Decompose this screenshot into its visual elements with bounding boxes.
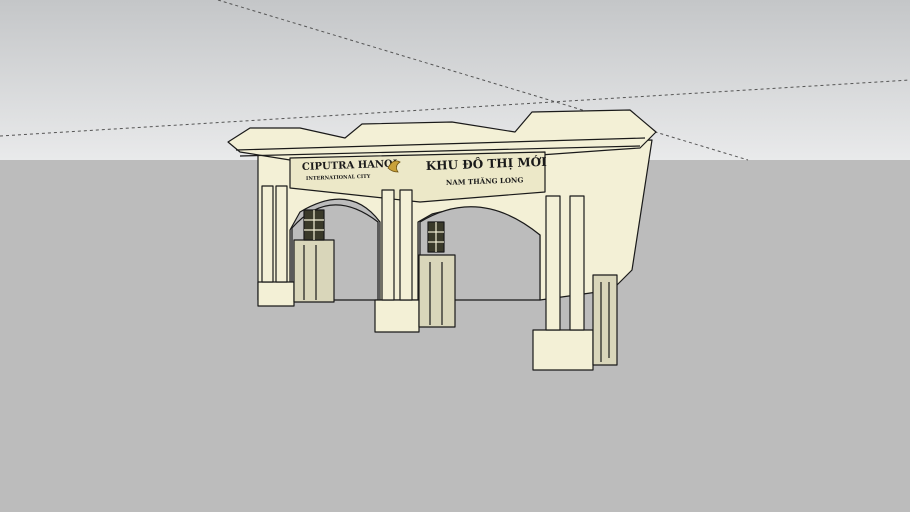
window-right [427, 221, 445, 253]
gate-model-scene: CIPUTRA HANOI INTERNATIONAL CITY KHU ĐÔ … [0, 0, 910, 371]
pier-left-column-2 [275, 185, 288, 283]
window-left [303, 209, 325, 241]
model-viewport[interactable]: CIPUTRA HANOI INTERNATIONAL CITY KHU ĐÔ … [0, 0, 910, 512]
entrance-gate[interactable] [227, 109, 657, 371]
pier-right-column-1 [545, 195, 561, 331]
pier-middle-side [418, 254, 456, 328]
pier-middle-column-2 [399, 189, 413, 301]
pier-right-column-2 [569, 195, 585, 331]
pier-right-base [532, 329, 594, 371]
pier-left-side [293, 239, 335, 303]
pier-right-side [592, 274, 618, 366]
pier-left-column-1 [261, 185, 274, 283]
pier-middle-base [374, 299, 420, 333]
pier-middle-column-1 [381, 189, 395, 301]
pier-left-base [257, 281, 295, 307]
